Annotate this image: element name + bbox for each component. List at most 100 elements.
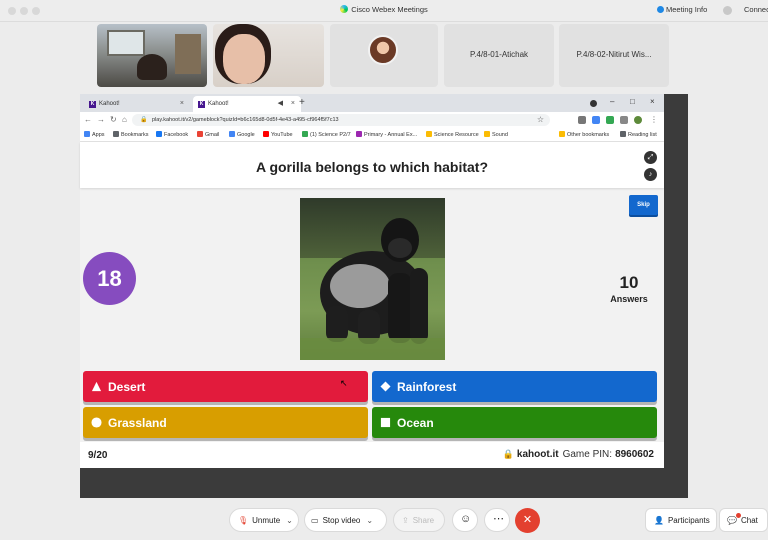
bookmark-item[interactable]: Other bookmarks	[559, 131, 609, 138]
avatar	[368, 35, 398, 65]
lock-icon: 🔒	[140, 117, 148, 123]
bookmark-icon	[620, 131, 626, 137]
avatar[interactable]	[634, 116, 642, 124]
meeting-info-button[interactable]: Meeting Info	[657, 5, 707, 14]
question-progress: 9/20	[88, 450, 108, 461]
profile-icon[interactable]	[590, 100, 597, 107]
question-text: A gorilla belongs to which habitat?	[255, 159, 489, 175]
participant-video-1[interactable]	[97, 24, 207, 87]
browser-window: K Kahoot! × K Kahoot! ◀ × + – □ × ← → ↻ …	[80, 94, 664, 468]
square-icon	[380, 417, 391, 428]
close-icon[interactable]: ×	[180, 100, 184, 107]
webex-title-bar: Cisco Webex Meetings Meeting Info Connec…	[0, 0, 768, 22]
connect-button[interactable]: Connect	[744, 5, 768, 14]
answers-label: Answers	[610, 294, 648, 304]
address-bar[interactable]: 🔒 play.kahoot.it/v2/gameblock?quizId=b6c…	[132, 114, 550, 126]
app-title: Cisco Webex Meetings	[0, 5, 768, 14]
bookmark-item[interactable]: Science Resource	[426, 131, 479, 138]
kahoot-game: A gorilla belongs to which habitat? ⤢ ♪ …	[80, 142, 664, 468]
answer-rainforest-button[interactable]: Rainforest	[372, 371, 657, 402]
circle-icon	[91, 417, 102, 428]
bookmark-item[interactable]: Apps	[84, 131, 105, 138]
stop-video-button[interactable]: ▭ Stop video ⌄	[304, 508, 387, 532]
answer-grassland-button[interactable]: Grassland	[83, 407, 368, 438]
answer-desert-button[interactable]: Desert	[83, 371, 368, 402]
bookmark-item[interactable]: Reading list	[620, 131, 657, 138]
question-bar: A gorilla belongs to which habitat? ⤢ ♪	[80, 142, 664, 188]
participant-video-2[interactable]	[213, 24, 324, 87]
sound-icon[interactable]: ♪	[644, 168, 657, 181]
bookmark-item[interactable]: Gmail	[197, 131, 219, 138]
close-icon[interactable]: ×	[291, 100, 295, 107]
chevron-down-icon[interactable]: ⌄	[366, 516, 373, 525]
extension-icon[interactable]	[606, 116, 614, 124]
chat-button[interactable]: 💬 Chat	[719, 508, 768, 532]
bookmark-icon	[559, 131, 565, 137]
game-footer: 9/20 🔒 kahoot.it Game PIN: 8960602	[80, 442, 664, 468]
share-button[interactable]: ⇪ Share	[393, 508, 445, 532]
answer-ocean-button[interactable]: Ocean	[372, 407, 657, 438]
leave-meeting-button[interactable]: ✕	[515, 508, 540, 533]
bookmark-star-icon[interactable]: ☆	[537, 115, 544, 124]
unmute-button[interactable]: 🎙 Unmute ⌄	[229, 508, 299, 532]
tab-kahoot-2[interactable]: K Kahoot! ◀ ×	[193, 96, 301, 112]
minimize-icon[interactable]	[723, 6, 732, 15]
bookmark-item[interactable]: Google	[229, 131, 255, 138]
bookmark-icon	[113, 131, 119, 137]
mouse-cursor-icon: ↖	[340, 378, 348, 388]
answers-count: 10	[619, 273, 639, 292]
participant-tile-nitirut[interactable]: P.4/8-02-Nitirut Wis...	[559, 24, 669, 87]
close-icon[interactable]: ×	[650, 97, 655, 106]
home-icon[interactable]: ⌂	[122, 115, 127, 124]
speaker-icon[interactable]: ◀	[278, 99, 283, 107]
gorilla-illustration	[300, 218, 445, 360]
participant-avatar-tile[interactable]	[330, 24, 438, 87]
participant-name: P.4/8-02-Nitirut Wis...	[576, 50, 652, 59]
reload-icon[interactable]: ↻	[110, 115, 117, 124]
menu-icon[interactable]: ⋮	[650, 115, 658, 124]
reactions-button[interactable]: ☺	[452, 508, 478, 532]
back-icon[interactable]: ←	[84, 115, 92, 124]
extension-icon[interactable]	[592, 116, 600, 124]
lock-icon: 🔒	[502, 449, 514, 459]
info-icon	[657, 6, 664, 13]
tab-kahoot-1[interactable]: K Kahoot! ×	[84, 96, 190, 112]
person-icon: 👤	[654, 516, 664, 525]
notification-dot	[736, 513, 741, 518]
video-camera-icon: ▭	[311, 516, 319, 525]
participant-tile-atichak[interactable]: P.4/8-01-Atichak	[444, 24, 554, 87]
more-options-button[interactable]: ⋯	[484, 508, 510, 532]
bookmark-item[interactable]: Bookmarks	[113, 131, 149, 138]
bookmark-icon	[156, 131, 162, 137]
forward-icon[interactable]: →	[97, 115, 105, 124]
bookmark-icon	[229, 131, 235, 137]
bookmark-item[interactable]: YouTube	[263, 131, 293, 138]
bookmark-item[interactable]: Sound	[484, 131, 508, 138]
browser-toolbar: ← → ↻ ⌂ 🔒 play.kahoot.it/v2/gameblock?qu…	[80, 112, 664, 128]
bookmark-item[interactable]: Primary - Annual Ex...	[356, 131, 417, 138]
share-icon: ⇪	[402, 516, 409, 525]
maximize-icon[interactable]: □	[630, 97, 635, 106]
chevron-down-icon[interactable]: ⌄	[286, 516, 293, 525]
new-tab-icon[interactable]: +	[299, 97, 305, 108]
extension-icon[interactable]	[578, 116, 586, 124]
puzzle-icon[interactable]	[620, 116, 628, 124]
more-icon: ⋯	[493, 513, 504, 525]
bookmark-item[interactable]: (1) Science P2/7	[302, 131, 351, 138]
kahoot-favicon-icon: K	[198, 101, 205, 108]
participant-name: P.4/8-01-Atichak	[469, 50, 529, 59]
triangle-icon	[91, 381, 102, 392]
diamond-icon	[380, 381, 391, 392]
bookmark-icon	[302, 131, 308, 137]
minimize-icon[interactable]: –	[610, 97, 614, 106]
bookmark-icon	[426, 131, 432, 137]
webex-logo-icon	[340, 5, 349, 13]
bookmark-item[interactable]: Facebook	[156, 131, 188, 138]
close-icon: ✕	[522, 514, 533, 526]
gorilla-image	[300, 198, 445, 360]
skip-button[interactable]: Skip	[629, 195, 658, 215]
participants-button[interactable]: 👤 Participants	[645, 508, 717, 532]
game-pin: 🔒 kahoot.it Game PIN: 8960602	[502, 449, 654, 460]
bookmark-icon	[84, 131, 90, 137]
fullscreen-icon[interactable]: ⤢	[644, 151, 657, 164]
